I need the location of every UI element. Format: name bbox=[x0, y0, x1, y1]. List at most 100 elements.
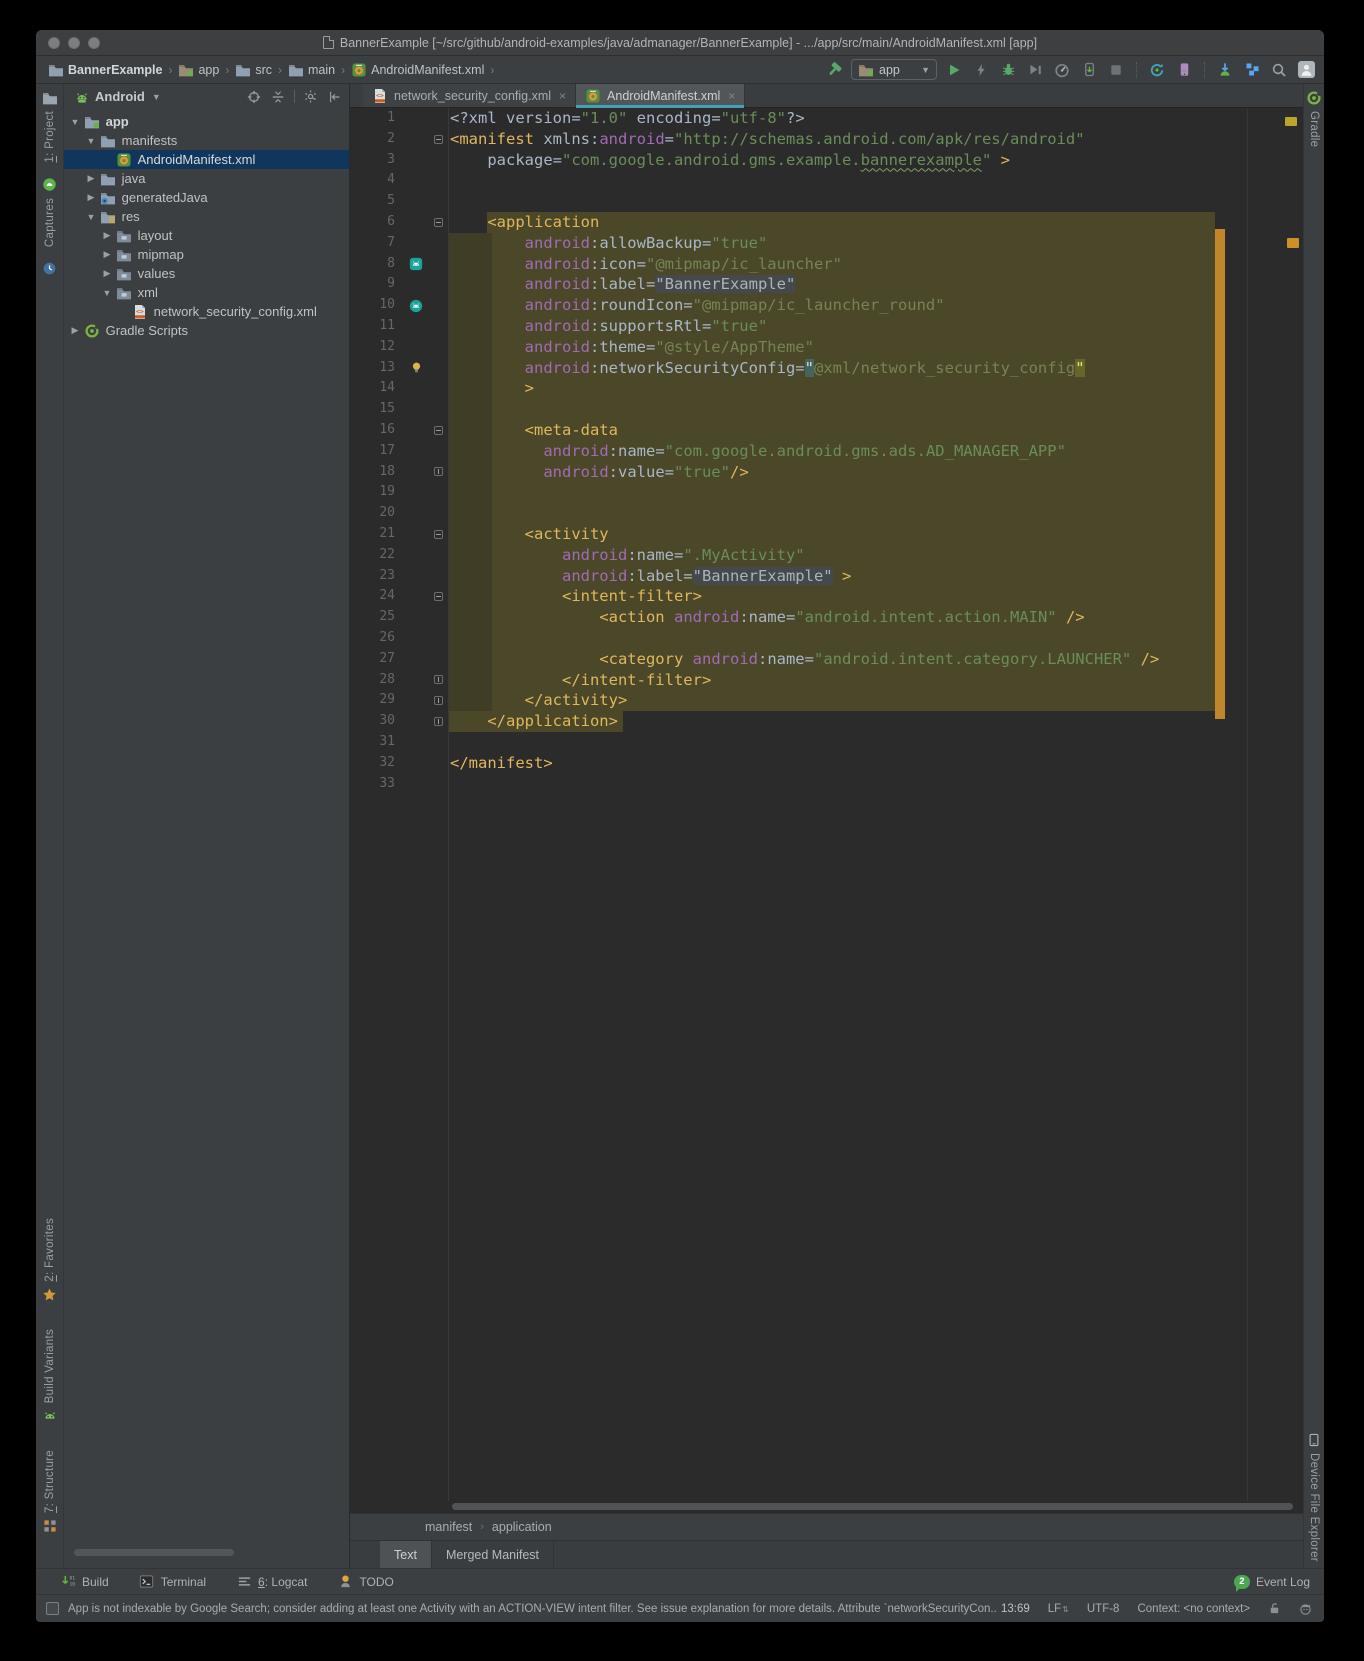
code-editor[interactable]: 1<?xml version="1.0" encoding="utf-8"?>2… bbox=[350, 108, 1303, 1501]
close-icon[interactable]: × bbox=[559, 89, 566, 103]
settings-gear-icon[interactable] bbox=[303, 89, 319, 105]
locate-file-icon[interactable] bbox=[246, 89, 262, 105]
tool-stripe--favorites[interactable]: 2: Favorites bbox=[42, 1218, 58, 1303]
fold-marker[interactable] bbox=[434, 592, 443, 601]
chevron-down-icon[interactable]: ▼ bbox=[84, 136, 98, 146]
event-log-button[interactable]: 2Event Log bbox=[1234, 1575, 1310, 1589]
project-horizontal-scrollbar[interactable] bbox=[74, 1549, 234, 1556]
breadcrumb-application[interactable]: application bbox=[492, 1520, 552, 1534]
tree-item-mipmap[interactable]: ▶ mipmap bbox=[64, 245, 349, 264]
context-selector[interactable]: Context: <no context> bbox=[1137, 1603, 1250, 1615]
chevron-right-icon[interactable]: ▶ bbox=[100, 268, 114, 279]
tool-stripe-clock-tool[interactable] bbox=[42, 261, 58, 277]
encoding-selector[interactable]: UTF-8 bbox=[1087, 1603, 1120, 1615]
chevron-right-icon[interactable]: ▶ bbox=[68, 325, 82, 336]
chevron-right-icon[interactable]: ▶ bbox=[100, 230, 114, 241]
chevron-right-icon[interactable]: ▶ bbox=[84, 173, 98, 184]
run-button[interactable] bbox=[944, 60, 964, 80]
tree-item-app[interactable]: ▼ app bbox=[64, 112, 349, 131]
avd-manager-icon[interactable] bbox=[1174, 60, 1194, 80]
android-square-gutter-icon[interactable] bbox=[408, 256, 424, 272]
build-hammer-icon[interactable] bbox=[824, 60, 844, 80]
breadcrumb-item-app[interactable]: app bbox=[176, 61, 221, 79]
editor-horizontal-scrollbar[interactable] bbox=[452, 1503, 1293, 1510]
breadcrumb-item-src[interactable]: src bbox=[233, 61, 274, 79]
tree-item-java[interactable]: ▶ java bbox=[64, 169, 349, 188]
tool-button-todo[interactable]: TODO bbox=[337, 1574, 393, 1590]
gradle-sync-icon[interactable] bbox=[1147, 60, 1167, 80]
tree-item-res[interactable]: ▼ res bbox=[64, 207, 349, 226]
editor-tab-network-security-config-xml[interactable]: <>network_security_config.xml× bbox=[363, 84, 576, 107]
project-tree[interactable]: ▼ app▼ manifests AndroidManifest.xml▶ ja… bbox=[64, 109, 349, 1568]
xml-file-icon: <> bbox=[132, 304, 148, 320]
highlighting-level-icon[interactable] bbox=[1299, 1602, 1312, 1615]
tree-item-generatedjava[interactable]: ▶ generatedJava bbox=[64, 188, 349, 207]
breadcrumb-manifest[interactable]: manifest bbox=[425, 1520, 472, 1534]
tool-stripe-device-file-explorer[interactable]: Device File Explorer bbox=[1306, 1432, 1322, 1562]
tool-stripe-build-variants[interactable]: Build Variants bbox=[42, 1329, 58, 1424]
fold-marker[interactable] bbox=[434, 530, 443, 539]
tree-item-androidmanifest-xml[interactable]: AndroidManifest.xml bbox=[64, 150, 349, 169]
project-structure-icon[interactable] bbox=[1242, 60, 1262, 80]
fold-marker[interactable] bbox=[434, 135, 443, 144]
view-tab-text[interactable]: Text bbox=[380, 1541, 432, 1568]
profile-avatar-icon[interactable] bbox=[1296, 60, 1316, 80]
close-icon[interactable]: × bbox=[728, 89, 735, 103]
intention-bulb-icon[interactable] bbox=[408, 360, 424, 376]
sdk-manager-icon[interactable] bbox=[1215, 60, 1235, 80]
chevron-right-icon[interactable]: ▶ bbox=[100, 249, 114, 260]
debug-button[interactable] bbox=[998, 60, 1018, 80]
tree-item-gradle-scripts[interactable]: ▶ Gradle Scripts bbox=[64, 321, 349, 340]
fold-marker[interactable] bbox=[434, 467, 443, 476]
tool-button-logcat[interactable]: 6: Logcat bbox=[236, 1574, 307, 1590]
apply-changes-icon[interactable] bbox=[971, 60, 991, 80]
svg-text:<>: <> bbox=[376, 91, 384, 99]
search-everywhere-icon[interactable] bbox=[1269, 60, 1289, 80]
editor-tab-androidmanifest-xml[interactable]: AndroidManifest.xml× bbox=[576, 84, 745, 107]
tool-button-build[interactable]: 0110Build bbox=[60, 1574, 109, 1590]
error-stripe[interactable] bbox=[1247, 108, 1303, 1501]
zoom-window-button[interactable] bbox=[88, 37, 100, 49]
caret-position[interactable]: 13:69 bbox=[1001, 1603, 1030, 1615]
tree-item-xml[interactable]: ▼ xml bbox=[64, 283, 349, 302]
line-ending-selector[interactable]: LF⇅ bbox=[1048, 1603, 1069, 1615]
lock-icon[interactable] bbox=[1268, 1602, 1281, 1615]
fold-marker[interactable] bbox=[434, 218, 443, 227]
chevron-down-icon[interactable]: ▼ bbox=[84, 212, 98, 222]
project-view-selector[interactable]: Android▼ bbox=[74, 89, 161, 105]
fold-marker[interactable] bbox=[434, 426, 443, 435]
tool-stripe-captures[interactable]: Captures bbox=[42, 177, 58, 247]
tree-item-layout[interactable]: ▶ layout bbox=[64, 226, 349, 245]
toolwindow-toggle-icon[interactable] bbox=[46, 1602, 59, 1615]
breadcrumb-item-androidmanifest-xml[interactable]: AndroidManifest.xml bbox=[349, 61, 486, 79]
attach-debugger-icon[interactable] bbox=[1079, 60, 1099, 80]
highlight-stripe-marker[interactable] bbox=[1287, 238, 1299, 248]
close-window-button[interactable] bbox=[48, 37, 60, 49]
stop-button[interactable] bbox=[1106, 60, 1126, 80]
profiler-gauge-icon[interactable] bbox=[1052, 60, 1072, 80]
hide-panel-icon[interactable] bbox=[327, 89, 343, 105]
fold-marker[interactable] bbox=[434, 675, 443, 684]
view-tab-merged-manifest[interactable]: Merged Manifest bbox=[432, 1541, 554, 1568]
chevron-down-icon[interactable]: ▼ bbox=[100, 288, 114, 298]
code-line: 26 bbox=[350, 628, 1303, 649]
android-round-gutter-icon[interactable] bbox=[408, 298, 424, 314]
breadcrumb-item-main[interactable]: main bbox=[286, 61, 337, 79]
tree-item-manifests[interactable]: ▼ manifests bbox=[64, 131, 349, 150]
tree-item-values[interactable]: ▶ values bbox=[64, 264, 349, 283]
tool-stripe-project[interactable]: 1: Project bbox=[42, 90, 58, 163]
fold-marker[interactable] bbox=[434, 717, 443, 726]
chevron-right-icon[interactable]: ▶ bbox=[84, 192, 98, 203]
tool-stripe-gradle[interactable]: Gradle bbox=[1306, 90, 1322, 147]
minimize-window-button[interactable] bbox=[68, 37, 80, 49]
chevron-down-icon[interactable]: ▼ bbox=[68, 117, 82, 127]
profile-button[interactable] bbox=[1025, 60, 1045, 80]
warning-stripe-marker[interactable] bbox=[1285, 117, 1297, 126]
breadcrumb-item-bannerexample[interactable]: BannerExample bbox=[46, 61, 164, 79]
fold-marker[interactable] bbox=[434, 696, 443, 705]
run-configuration-selector[interactable]: app▼ bbox=[851, 59, 937, 80]
tool-button-terminal[interactable]: Terminal bbox=[139, 1574, 206, 1590]
collapse-all-icon[interactable] bbox=[270, 89, 286, 105]
tool-stripe--structure[interactable]: 7: Structure bbox=[42, 1450, 58, 1534]
tree-item-network-security-config-xml[interactable]: <> network_security_config.xml bbox=[64, 302, 349, 321]
